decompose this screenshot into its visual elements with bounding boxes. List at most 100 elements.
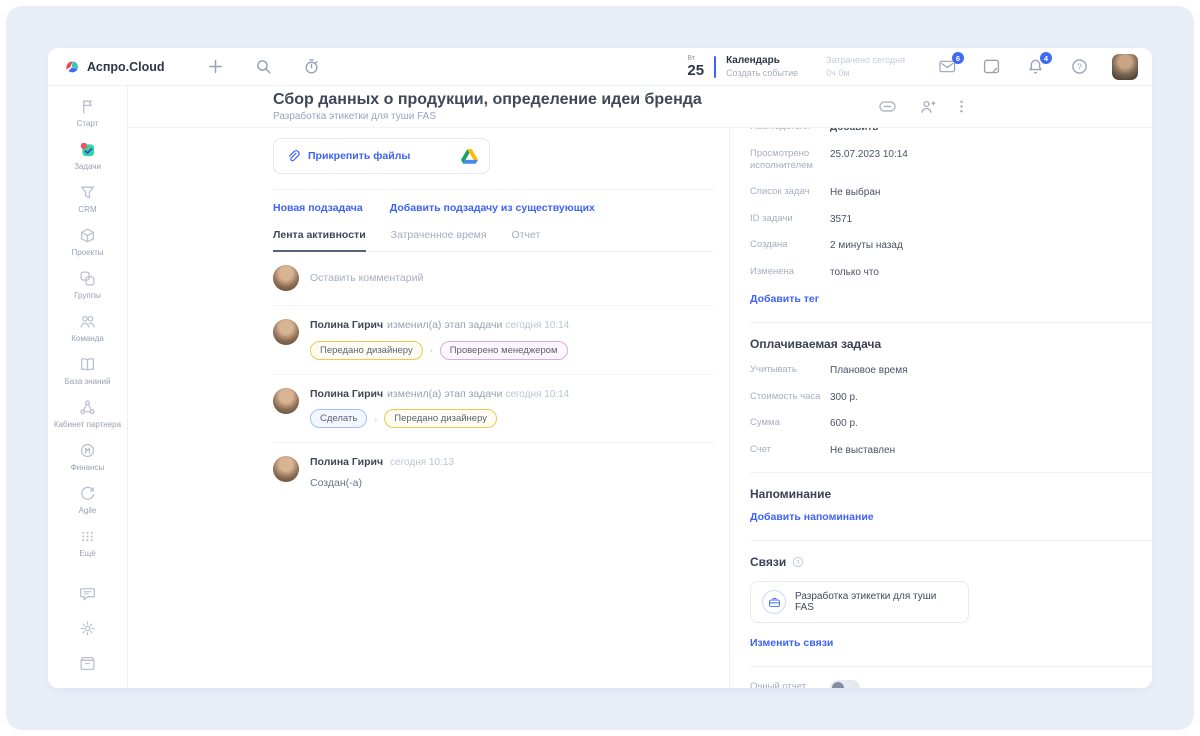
time-spent-value: 0ч 0м — [826, 67, 850, 78]
app-logo[interactable]: Аспро.Cloud — [64, 59, 165, 75]
sidebar-item-label: Agile — [78, 506, 97, 515]
timer-icon[interactable] — [303, 58, 320, 75]
notifications-badge: 4 — [1040, 52, 1052, 64]
help-icon[interactable]: ? — [1071, 58, 1088, 75]
start-icon — [79, 98, 96, 115]
new-subtask-link[interactable]: Новая подзадача — [273, 202, 363, 214]
add-existing-subtask-link[interactable]: Добавить подзадачу из существующих — [390, 202, 595, 214]
agile-icon — [79, 485, 96, 502]
search-icon[interactable] — [255, 58, 272, 75]
day-number: 25 — [687, 61, 705, 79]
sidebar-item-knowledge-base[interactable]: База знаний — [51, 356, 125, 387]
google-drive-icon[interactable] — [461, 148, 478, 164]
projects-icon — [79, 227, 96, 244]
sidebar-item-more[interactable]: Ещё — [51, 528, 125, 559]
sidebar-item-team[interactable]: Команда — [51, 313, 125, 344]
mail-icon[interactable]: 6 — [939, 52, 964, 75]
top-bar: Аспро.Cloud Вт 25 Календарь Создать собы… — [48, 48, 1152, 86]
attach-files-button[interactable]: Прикрепить файлы — [273, 138, 490, 174]
divider — [273, 189, 714, 190]
app-window: Аспро.Cloud Вт 25 Календарь Создать собы… — [48, 48, 1152, 688]
copy-link-icon[interactable] — [879, 99, 896, 114]
tasks-icon — [79, 141, 96, 158]
stage-badge-from: Передано дизайнеру — [310, 340, 423, 360]
entry-author[interactable]: Полина Гирич — [310, 388, 383, 400]
detail-label: Изменена — [750, 265, 795, 277]
notes-icon[interactable] — [983, 58, 1000, 75]
svg-text:?: ? — [1077, 62, 1082, 72]
add-watcher-link[interactable]: Добавить — [830, 128, 878, 135]
detail-row-hour-rate: Стоимость часа 300 р. — [750, 391, 1152, 405]
briefcase-icon — [762, 590, 786, 615]
detail-label: Список задач — [750, 186, 810, 198]
parent-project-link[interactable]: Разработка этикетки для туши FAS — [273, 111, 702, 122]
add-tag-link[interactable]: Добавить тег — [750, 293, 819, 305]
calendar-divider — [714, 55, 717, 78]
author-avatar — [273, 387, 299, 414]
sidebar-item-partner-cabinet[interactable]: Кабинет партнера — [51, 399, 125, 430]
sidebar-item-label: Команда — [71, 334, 104, 343]
notifications-bell-icon[interactable]: 4 — [1027, 52, 1052, 75]
task-header: Сбор данных о продукции, определение иде… — [128, 86, 1152, 128]
sidebar-item-label: База знаний — [64, 377, 111, 386]
detail-value: Не выставлен — [830, 444, 896, 456]
detail-value: 600 р. — [830, 418, 858, 430]
feed-entry: Полина Гирич изменил(а) этап задачи сегодн… — [273, 306, 714, 375]
detail-row-watchers: Наблюдатели Добавить — [750, 128, 1152, 135]
task-details-panel: Наблюдатели Добавить Просмотрено исполни… — [730, 128, 1152, 688]
sidebar-item-start[interactable]: Старт — [51, 98, 125, 129]
author-avatar — [273, 319, 299, 345]
entry-author[interactable]: Полина Гирич — [310, 319, 383, 331]
comment-input[interactable]: Оставить комментарий — [273, 265, 714, 306]
add-reminder-link[interactable]: Добавить напоминание — [750, 511, 874, 523]
detail-label: Наблюдатели — [750, 128, 830, 134]
divider — [750, 472, 1152, 474]
more-grid-icon — [79, 528, 96, 545]
detail-row-modified: Изменена только что — [750, 266, 1152, 280]
detail-value[interactable]: 300 р. — [830, 391, 858, 405]
tab-activity-feed[interactable]: Лента активности — [273, 229, 366, 252]
edit-relations-link[interactable]: Изменить связи — [750, 637, 833, 649]
share-user-icon[interactable] — [919, 99, 936, 114]
paid-task-heading: Оплачиваемая задача — [750, 337, 882, 352]
entry-body: Создан(-а) — [310, 476, 362, 489]
sidebar-item-agile[interactable]: Agile — [51, 485, 125, 516]
crm-funnel-icon — [79, 184, 96, 201]
create-new-button[interactable] — [207, 58, 224, 75]
detail-label: Создана — [750, 239, 788, 251]
calendar-block[interactable]: Календарь Создать событие — [726, 55, 798, 78]
related-project-card[interactable]: Разработка этикетки для туши FAS — [750, 581, 969, 624]
sidebar-item-label: Задачи — [74, 162, 101, 171]
detail-row-billing-mode: Учитывать Плановое время — [750, 364, 1152, 378]
detail-row-tasklist: Список задач Не выбран — [750, 186, 1152, 200]
calendar-title: Календарь — [726, 55, 780, 66]
settings-gear-icon[interactable] — [79, 620, 96, 637]
time-spent-label: Затрачено сегодня — [826, 55, 905, 66]
create-event-link[interactable]: Создать событие — [726, 68, 798, 78]
arrow-icon: › — [374, 413, 378, 424]
sidebar-item-tasks[interactable]: Задачи — [51, 141, 125, 172]
stage-badge-to: Проверено менеджером — [439, 340, 568, 360]
inperson-report-toggle[interactable] — [830, 680, 860, 688]
entry-time: сегодня 10:14 — [505, 320, 570, 331]
entry-author[interactable]: Полина Гирич — [310, 456, 383, 468]
detail-value[interactable]: Плановое время — [830, 364, 908, 378]
user-avatar[interactable] — [1112, 53, 1138, 80]
sidebar-item-label: Старт — [76, 119, 99, 128]
sidebar-item-groups[interactable]: Группы — [51, 270, 125, 301]
sidebar-item-projects[interactable]: Проекты — [51, 227, 125, 258]
relations-help-icon[interactable]: ? — [792, 556, 804, 568]
calendar-date[interactable]: Вт 25 — [687, 55, 704, 79]
support-chat-icon[interactable] — [79, 585, 96, 602]
detail-value[interactable]: Не выбран — [830, 186, 880, 200]
book-icon — [79, 356, 96, 373]
detail-value: 25.07.2023 10:14 — [830, 148, 908, 160]
partner-network-icon — [79, 399, 96, 416]
archive-box-icon[interactable] — [79, 655, 96, 672]
feed-entry: Полина Гирич сегодня 10:13 Создан(-а) — [273, 443, 714, 503]
sidebar-item-crm[interactable]: CRM — [51, 184, 125, 215]
tab-report[interactable]: Отчет — [512, 229, 541, 252]
kebab-menu-icon[interactable] — [959, 99, 964, 114]
sidebar-item-finance[interactable]: Финансы — [51, 442, 125, 473]
tab-time-spent[interactable]: Затраченное время — [391, 229, 487, 252]
